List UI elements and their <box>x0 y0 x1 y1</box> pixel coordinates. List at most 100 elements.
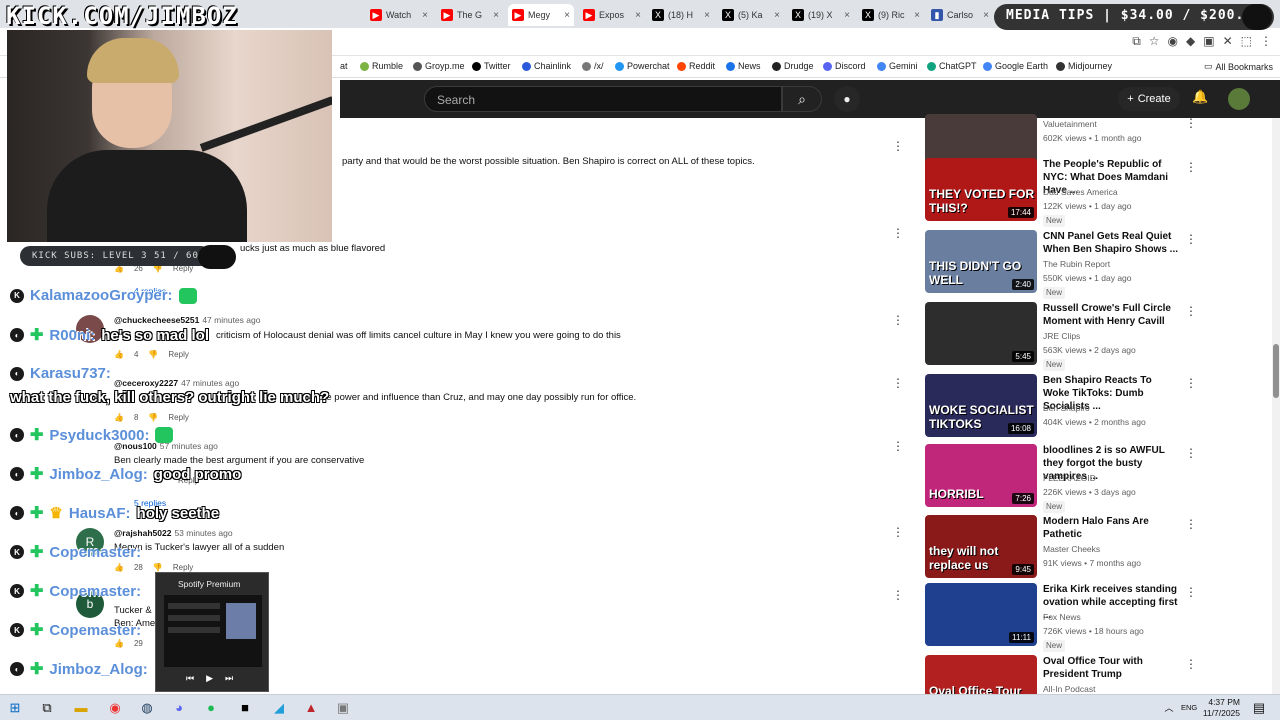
bookmark-item[interactable]: Discord <box>823 61 866 71</box>
more-icon[interactable]: ⋮ <box>892 439 904 453</box>
extension-icon[interactable]: ◉ <box>1168 34 1178 49</box>
recommended-video[interactable]: THIS DIDN'T GO WELL 2:40 CNN Panel Gets Re… <box>925 230 1197 299</box>
spotify-thumbnail-preview[interactable]: Spotify Premium ⏮ ▶ ⏭ <box>155 572 269 692</box>
more-icon[interactable]: ⋮ <box>1185 232 1197 246</box>
bookmark-item[interactable]: Groyp.me <box>413 61 465 71</box>
browser-tab[interactable]: ▮ Carlso × <box>927 4 993 26</box>
obs-icon[interactable]: ■ <box>236 699 254 717</box>
extension-icon[interactable]: ⧉ <box>1132 34 1141 49</box>
start-icon[interactable]: ⊞ <box>6 699 24 717</box>
more-icon[interactable]: ⋮ <box>892 139 904 153</box>
like-icon[interactable]: 👍 <box>114 563 124 572</box>
menu-icon[interactable]: ⋮ <box>1260 34 1272 49</box>
search-input[interactable]: Search <box>424 86 782 112</box>
video-thumbnail[interactable]: THEY VOTED FOR THIS!? 17:44 <box>925 158 1037 221</box>
search-button[interactable]: ⌕ <box>782 86 822 112</box>
steam-icon[interactable]: ◍ <box>138 699 156 717</box>
close-icon[interactable]: × <box>564 10 570 21</box>
close-icon[interactable]: × <box>774 10 780 21</box>
app-icon[interactable]: ▲ <box>302 699 320 717</box>
like-icon[interactable]: 👍 <box>114 413 124 422</box>
previous-icon[interactable]: ⏮ <box>186 673 194 684</box>
scrollbar[interactable] <box>1272 118 1280 694</box>
bookmark-item[interactable]: Drudge <box>772 61 814 71</box>
extension-icon[interactable]: ✕ <box>1223 34 1233 49</box>
browser-tab[interactable]: ▶ Expos × <box>579 4 645 26</box>
more-icon[interactable]: ⋮ <box>1185 446 1197 460</box>
more-icon[interactable]: ⋮ <box>1185 160 1197 174</box>
app-icon[interactable]: ▣ <box>334 699 352 717</box>
more-icon[interactable]: ⋮ <box>1185 304 1197 318</box>
close-icon[interactable]: × <box>844 10 850 21</box>
close-icon[interactable]: × <box>635 10 641 21</box>
more-icon[interactable]: ⋮ <box>892 588 904 602</box>
notifications-icon[interactable]: 🔔 <box>1192 89 1208 105</box>
recommended-video[interactable]: 11:11 Erika Kirk receives standing ovatio… <box>925 583 1197 652</box>
play-icon[interactable]: ▶ <box>206 673 213 684</box>
close-icon[interactable]: × <box>422 10 428 21</box>
video-thumbnail[interactable]: 11:11 <box>925 583 1037 646</box>
notifications-icon[interactable]: ▤ <box>1250 699 1268 717</box>
close-icon[interactable]: × <box>704 10 710 21</box>
more-icon[interactable]: ⋮ <box>1185 116 1197 130</box>
bookmark-item[interactable]: Powerchat <box>615 61 670 71</box>
next-icon[interactable]: ⏭ <box>225 673 233 684</box>
close-icon[interactable]: × <box>493 10 499 21</box>
channel-name[interactable]: Dad Saves America <box>1043 186 1118 198</box>
bookmark-item[interactable]: ChatGPT <box>927 61 977 71</box>
all-bookmarks[interactable]: ▭ All Bookmarks <box>1204 61 1273 72</box>
dislike-icon[interactable]: 👎 <box>153 563 163 572</box>
extension-icon[interactable]: ▣ <box>1203 34 1214 49</box>
bookmark-item[interactable]: Twitter <box>472 61 511 71</box>
channel-name[interactable]: Fox News <box>1043 611 1081 623</box>
recommended-video[interactable]: WOKE SOCIALIST TIKTOKS 16:08 Ben Shapiro R… <box>925 374 1197 438</box>
channel-name[interactable]: Master Cheeks <box>1043 543 1100 555</box>
more-icon[interactable]: ⋮ <box>892 226 904 240</box>
dislike-icon[interactable]: 👎 <box>148 350 158 359</box>
more-icon[interactable]: ⋮ <box>1185 517 1197 531</box>
puzzle-icon[interactable]: ⬚ <box>1241 34 1252 49</box>
chrome-icon[interactable]: ◉ <box>106 699 124 717</box>
browser-tab[interactable]: X (9) Ric × <box>858 4 924 26</box>
scrollbar-thumb[interactable] <box>1273 344 1279 398</box>
avatar[interactable] <box>1228 88 1250 110</box>
bookmark-item[interactable]: Google Earth <box>983 61 1048 71</box>
bookmark-item[interactable]: Gemini <box>877 61 918 71</box>
language-indicator[interactable]: ENG <box>1181 703 1197 712</box>
bookmark-item[interactable]: Midjourney <box>1056 61 1112 71</box>
bookmark-item[interactable]: Reddit <box>677 61 715 71</box>
bookmark-item[interactable]: Chainlink <box>522 61 571 71</box>
close-icon[interactable]: × <box>914 10 920 21</box>
video-title[interactable]: Oval Office Tour with President Trump <box>1043 655 1179 681</box>
spotify-icon[interactable]: ● <box>202 699 220 717</box>
telegram-icon[interactable]: ◢ <box>270 699 288 717</box>
recommended-video[interactable]: HORRIBL 7:26 bloodlines 2 is so AWFUL they… <box>925 444 1197 513</box>
more-icon[interactable]: ⋮ <box>1185 585 1197 599</box>
browser-tab[interactable]: X (5) Ka × <box>718 4 784 26</box>
bookmark-item[interactable]: Rumble <box>360 61 403 71</box>
channel-name[interactable]: FLEEKAZOID <box>1043 472 1096 484</box>
dislike-icon[interactable]: 👎 <box>148 413 158 422</box>
video-title[interactable]: CNN Panel Gets Real Quiet When Ben Shapi… <box>1043 230 1179 256</box>
voice-search-button[interactable]: ● <box>834 86 860 112</box>
browser-tab[interactable]: ▶ Megy × <box>508 4 574 26</box>
reply-button[interactable]: Reply <box>173 563 193 572</box>
more-icon[interactable]: ⋮ <box>892 525 904 539</box>
video-title[interactable]: Modern Halo Fans Are Pathetic <box>1043 515 1179 541</box>
browser-tab[interactable]: X (19) X × <box>788 4 854 26</box>
video-thumbnail[interactable]: WOKE SOCIALIST TIKTOKS 16:08 <box>925 374 1037 437</box>
channel-name[interactable]: JRE Clips <box>1043 330 1080 342</box>
like-icon[interactable]: 👍 <box>114 350 124 359</box>
more-icon[interactable]: ⋮ <box>892 376 904 390</box>
browser-tab[interactable]: ▶ Watch × <box>366 4 432 26</box>
discord-icon[interactable]: ◕ <box>170 699 188 717</box>
video-thumbnail[interactable]: they will not replace us 9:45 <box>925 515 1037 578</box>
recommended-video[interactable]: THEY VOTED FOR THIS!? 17:44 The People's R… <box>925 158 1197 227</box>
more-icon[interactable]: ⋮ <box>892 313 904 327</box>
star-icon[interactable]: ☆ <box>1149 34 1160 49</box>
file-explorer-icon[interactable]: ▬ <box>72 699 90 717</box>
clock[interactable]: 4:37 PM 11/7/2025 <box>1203 697 1240 719</box>
spotify-window-preview[interactable] <box>164 595 262 667</box>
video-thumbnail[interactable]: HORRIBL 7:26 <box>925 444 1037 507</box>
browser-tab[interactable]: X (18) H × <box>648 4 714 26</box>
